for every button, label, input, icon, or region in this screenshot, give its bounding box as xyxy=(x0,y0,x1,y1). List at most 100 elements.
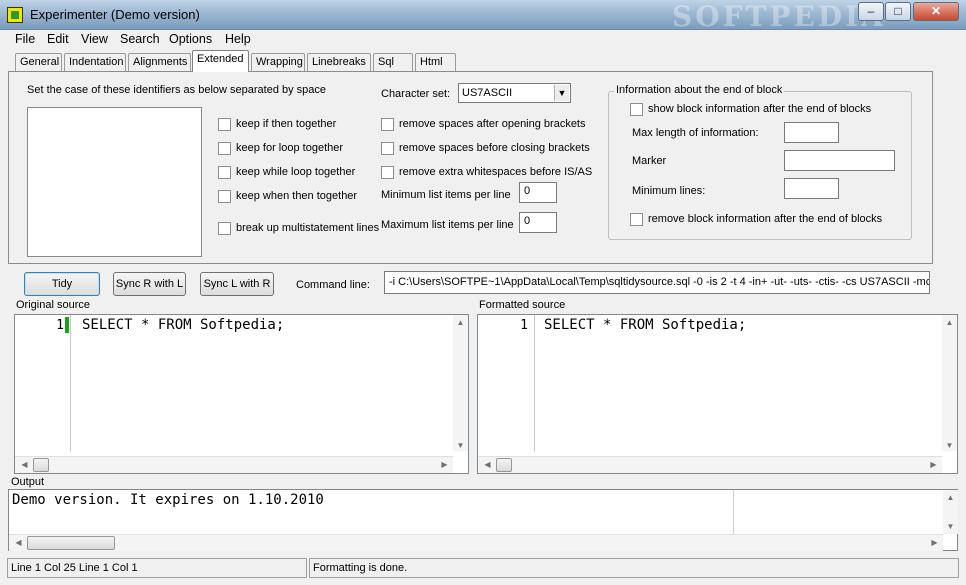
scroll-right-icon[interactable]: ▶ xyxy=(926,460,941,469)
menu-edit[interactable]: Edit xyxy=(47,32,69,46)
scroll-left-icon[interactable]: ◀ xyxy=(17,460,32,469)
remove-block-info-checkbox[interactable] xyxy=(630,213,643,226)
remove-spaces-after-open-label: remove spaces after opening brackets xyxy=(399,118,586,130)
marker-label: Marker xyxy=(632,155,667,167)
min-list-items-field[interactable]: 0 xyxy=(519,182,557,203)
menu-search[interactable]: Search xyxy=(120,32,160,46)
output-divider xyxy=(733,490,734,534)
scroll-down-icon[interactable]: ▼ xyxy=(943,522,958,531)
break-multistatement-label: break up multistatement lines xyxy=(236,222,380,234)
keep-while-loop-checkbox[interactable] xyxy=(218,166,231,179)
keep-when-then-checkbox[interactable] xyxy=(218,190,231,203)
scroll-right-icon[interactable]: ▶ xyxy=(927,538,942,547)
tidy-button[interactable]: Tidy xyxy=(24,272,100,296)
tab-indentation[interactable]: Indentation xyxy=(64,53,126,72)
menu-help[interactable]: Help xyxy=(225,32,251,46)
tab-extended[interactable]: Extended xyxy=(192,50,249,72)
max-list-items-field[interactable]: 0 xyxy=(519,212,557,233)
keep-when-then-label: keep when then together xyxy=(236,190,358,202)
window-title: Experimenter (Demo version) xyxy=(30,7,200,22)
horizontal-scrollbar[interactable]: ◀ ▶ xyxy=(478,456,942,473)
remove-spaces-after-open-checkbox[interactable] xyxy=(381,118,394,131)
tab-html[interactable]: Html xyxy=(415,53,456,72)
watermark-text: SOFTPEDIA xyxy=(672,0,886,33)
scroll-left-icon[interactable]: ◀ xyxy=(480,460,495,469)
menu-file[interactable]: File xyxy=(15,32,35,46)
scroll-down-icon[interactable]: ▼ xyxy=(942,441,957,450)
show-block-info-label: show block information after the end of … xyxy=(648,103,872,115)
line-number-gutter: 1 xyxy=(15,315,71,451)
formatted-source-label: Formatted source xyxy=(479,299,566,311)
app-icon xyxy=(7,7,23,23)
scroll-up-icon[interactable]: ▲ xyxy=(942,318,957,327)
end-of-block-title: Information about the end of block xyxy=(614,84,785,96)
maximize-button[interactable]: □ xyxy=(885,2,911,21)
menu-view[interactable]: View xyxy=(81,32,108,46)
tab-linebreaks[interactable]: Linebreaks xyxy=(307,53,371,72)
title-bar[interactable]: Experimenter (Demo version) SOFTPEDIA – … xyxy=(0,0,966,33)
original-source-editor[interactable]: 1 SELECT * FROM Softpedia; ▲ ▼ ◀ ▶ xyxy=(14,314,469,474)
chevron-down-icon[interactable]: ▼ xyxy=(554,85,569,101)
min-lines-label: Minimum lines: xyxy=(632,185,706,197)
scroll-right-icon[interactable]: ▶ xyxy=(437,460,452,469)
identifiers-label: Set the case of these identifiers as bel… xyxy=(27,84,327,96)
status-message: Formatting is done. xyxy=(309,558,959,578)
scroll-up-icon[interactable]: ▲ xyxy=(453,318,468,327)
remove-spaces-before-close-label: remove spaces before closing brackets xyxy=(399,142,590,154)
marker-field[interactable] xyxy=(784,150,895,171)
original-code[interactable]: SELECT * FROM Softpedia; xyxy=(82,317,284,333)
output-panel[interactable]: Demo version. It expires on 1.10.2010 ▲ … xyxy=(8,489,958,551)
vertical-scrollbar[interactable]: ▲ ▼ xyxy=(453,315,468,451)
menu-options[interactable]: Options xyxy=(169,32,212,46)
output-label: Output xyxy=(11,476,45,488)
identifiers-listbox[interactable] xyxy=(27,107,202,257)
show-block-info-checkbox[interactable] xyxy=(630,103,643,116)
output-text: Demo version. It expires on 1.10.2010 xyxy=(12,492,324,508)
max-length-label: Max length of information: xyxy=(632,127,759,139)
keep-if-then-checkbox[interactable] xyxy=(218,118,231,131)
charset-select[interactable]: US7ASCII ▼ xyxy=(458,83,571,103)
line-number: 1 xyxy=(56,318,64,333)
break-multistatement-checkbox[interactable] xyxy=(218,222,231,235)
max-list-items-label: Maximum list items per line xyxy=(381,219,514,231)
original-source-label: Original source xyxy=(16,299,90,311)
vertical-scrollbar[interactable]: ▲ ▼ xyxy=(942,315,957,451)
remove-extra-whitespace-checkbox[interactable] xyxy=(381,166,394,179)
min-list-items-label: Minimum list items per line xyxy=(381,189,511,201)
charset-label: Character set: xyxy=(381,88,451,100)
formatted-source-editor[interactable]: 1 SELECT * FROM Softpedia; ▲ ▼ ◀ ▶ xyxy=(477,314,958,474)
tab-alignments[interactable]: Alignments xyxy=(128,53,191,72)
vertical-scrollbar[interactable]: ▲ ▼ xyxy=(943,490,958,534)
sync-l-with-r-button[interactable]: Sync L with R xyxy=(200,272,274,296)
keep-while-loop-label: keep while loop together xyxy=(236,166,356,178)
max-length-field[interactable] xyxy=(784,122,839,143)
command-line-label: Command line: xyxy=(296,279,370,291)
remove-spaces-before-close-checkbox[interactable] xyxy=(381,142,394,155)
keep-if-then-label: keep if then together xyxy=(236,118,337,130)
minimize-button[interactable]: – xyxy=(858,2,884,21)
modified-line-marker xyxy=(65,317,69,333)
close-button[interactable]: ✕ xyxy=(913,2,959,21)
scroll-down-icon[interactable]: ▼ xyxy=(453,441,468,450)
charset-value: US7ASCII xyxy=(462,87,513,99)
keep-for-loop-label: keep for loop together xyxy=(236,142,344,154)
scroll-thumb[interactable] xyxy=(33,458,49,472)
horizontal-scrollbar[interactable]: ◀ ▶ xyxy=(15,456,453,473)
scroll-thumb[interactable] xyxy=(496,458,512,472)
sync-r-with-l-button[interactable]: Sync R with L xyxy=(113,272,186,296)
scroll-left-icon[interactable]: ◀ xyxy=(11,538,26,547)
line-number: 1 xyxy=(520,318,528,333)
horizontal-scrollbar[interactable]: ◀ ▶ xyxy=(9,534,943,551)
tab-general[interactable]: General xyxy=(15,53,62,72)
scroll-thumb[interactable] xyxy=(27,536,115,550)
tab-wrapping[interactable]: Wrapping xyxy=(251,53,305,72)
keep-for-loop-checkbox[interactable] xyxy=(218,142,231,155)
scroll-up-icon[interactable]: ▲ xyxy=(943,493,958,502)
status-bar: Line 1 Col 25 Line 1 Col 1 Formatting is… xyxy=(0,557,966,585)
remove-extra-whitespace-label: remove extra whitespaces before IS/AS xyxy=(399,166,593,178)
remove-block-info-label: remove block information after the end o… xyxy=(648,213,883,225)
formatted-code[interactable]: SELECT * FROM Softpedia; xyxy=(544,317,746,333)
min-lines-field[interactable] xyxy=(784,178,839,199)
command-line-field[interactable]: -i C:\Users\SOFTPE~1\AppData\Local\Temp\… xyxy=(384,271,930,294)
tab-sql[interactable]: Sql xyxy=(373,53,413,72)
